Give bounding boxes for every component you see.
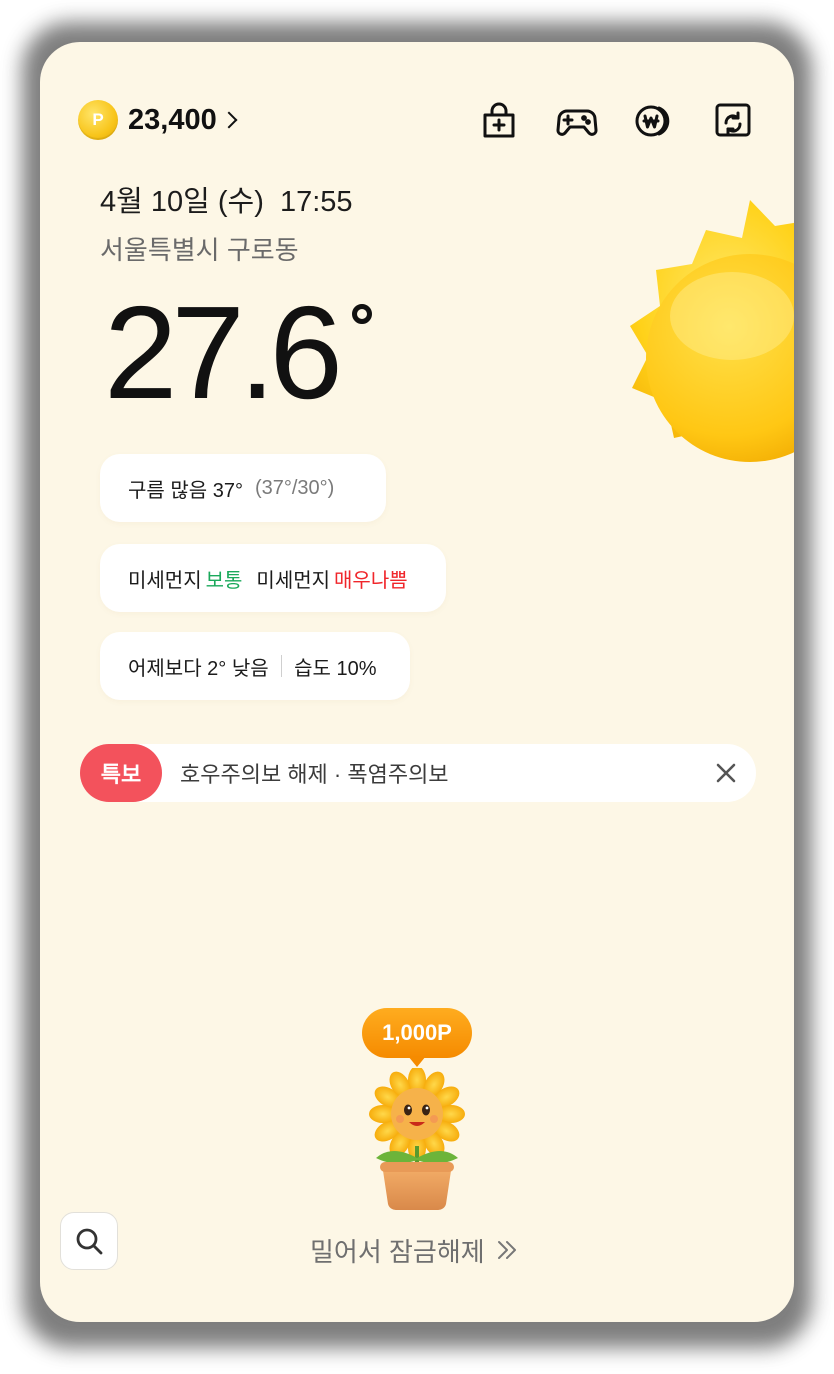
gamepad-icon[interactable]: [554, 98, 600, 144]
points-button[interactable]: P 23,400: [78, 98, 238, 142]
reward-points-bubble: 1,000P: [362, 1008, 472, 1058]
screen-rotate-icon[interactable]: [710, 98, 756, 144]
ultrafine-dust-value: 매우나쁨: [334, 569, 408, 592]
temperature: 27.6: [104, 279, 343, 426]
degree-symbol: [352, 304, 372, 324]
sunflower-mascot-icon[interactable]: [362, 1068, 472, 1212]
search-icon: [76, 1228, 103, 1255]
reward-bubble-tail: [408, 1056, 426, 1067]
air-quality-card: 미세먼지 보통 미세먼지 매우나쁨: [100, 544, 446, 612]
date-time: 4월 10일 (수) 17:55: [100, 186, 353, 218]
top-icons: [444, 98, 756, 144]
top-bar: P 23,400: [78, 98, 756, 142]
won-coin-icon[interactable]: [632, 98, 678, 144]
slide-to-unlock[interactable]: 밀어서 잠금해제: [310, 1232, 519, 1268]
fine-dust-label: 미세먼지: [128, 569, 202, 592]
comparison-card: 어제보다 2° 낮음 습도 10%: [100, 632, 410, 700]
unlock-label: 밀어서 잠금해제: [310, 1236, 485, 1267]
alert-text: 호우주의보 해제 · 폭염주의보: [180, 762, 449, 787]
search-button[interactable]: [60, 1212, 118, 1270]
weather-alert-bar[interactable]: 특보 호우주의보 해제 · 폭염주의보: [80, 744, 756, 802]
chevron-right-icon: [220, 111, 238, 129]
shopping-bag-add-icon[interactable]: [476, 98, 522, 144]
ultrafine-dust-label: 미세먼지: [256, 569, 331, 592]
location: 서울특별시 구로동: [100, 235, 299, 265]
lock-screen: P 23,400 4월 10일 (수) 17:55 서울특별시 구로동 27.6…: [40, 42, 794, 1322]
alert-badge: 특보: [80, 744, 162, 802]
weather-condition: 구름 많음 37°: [128, 479, 243, 502]
divider: [280, 655, 283, 677]
sun-icon: [630, 200, 794, 462]
fine-dust-value: 보통: [205, 569, 243, 592]
compare-yesterday: 어제보다 2° 낮음: [128, 657, 269, 680]
double-chevron-right-icon: [497, 1241, 516, 1259]
weather-condition-card: 구름 많음 37° (37°/30°): [100, 454, 386, 522]
point-coin-icon: P: [78, 100, 118, 140]
points-value: 23,400: [128, 103, 217, 136]
close-icon[interactable]: [706, 753, 746, 793]
high-low-temp: (37°/30°): [254, 476, 335, 499]
humidity: 습도 10%: [294, 657, 377, 680]
